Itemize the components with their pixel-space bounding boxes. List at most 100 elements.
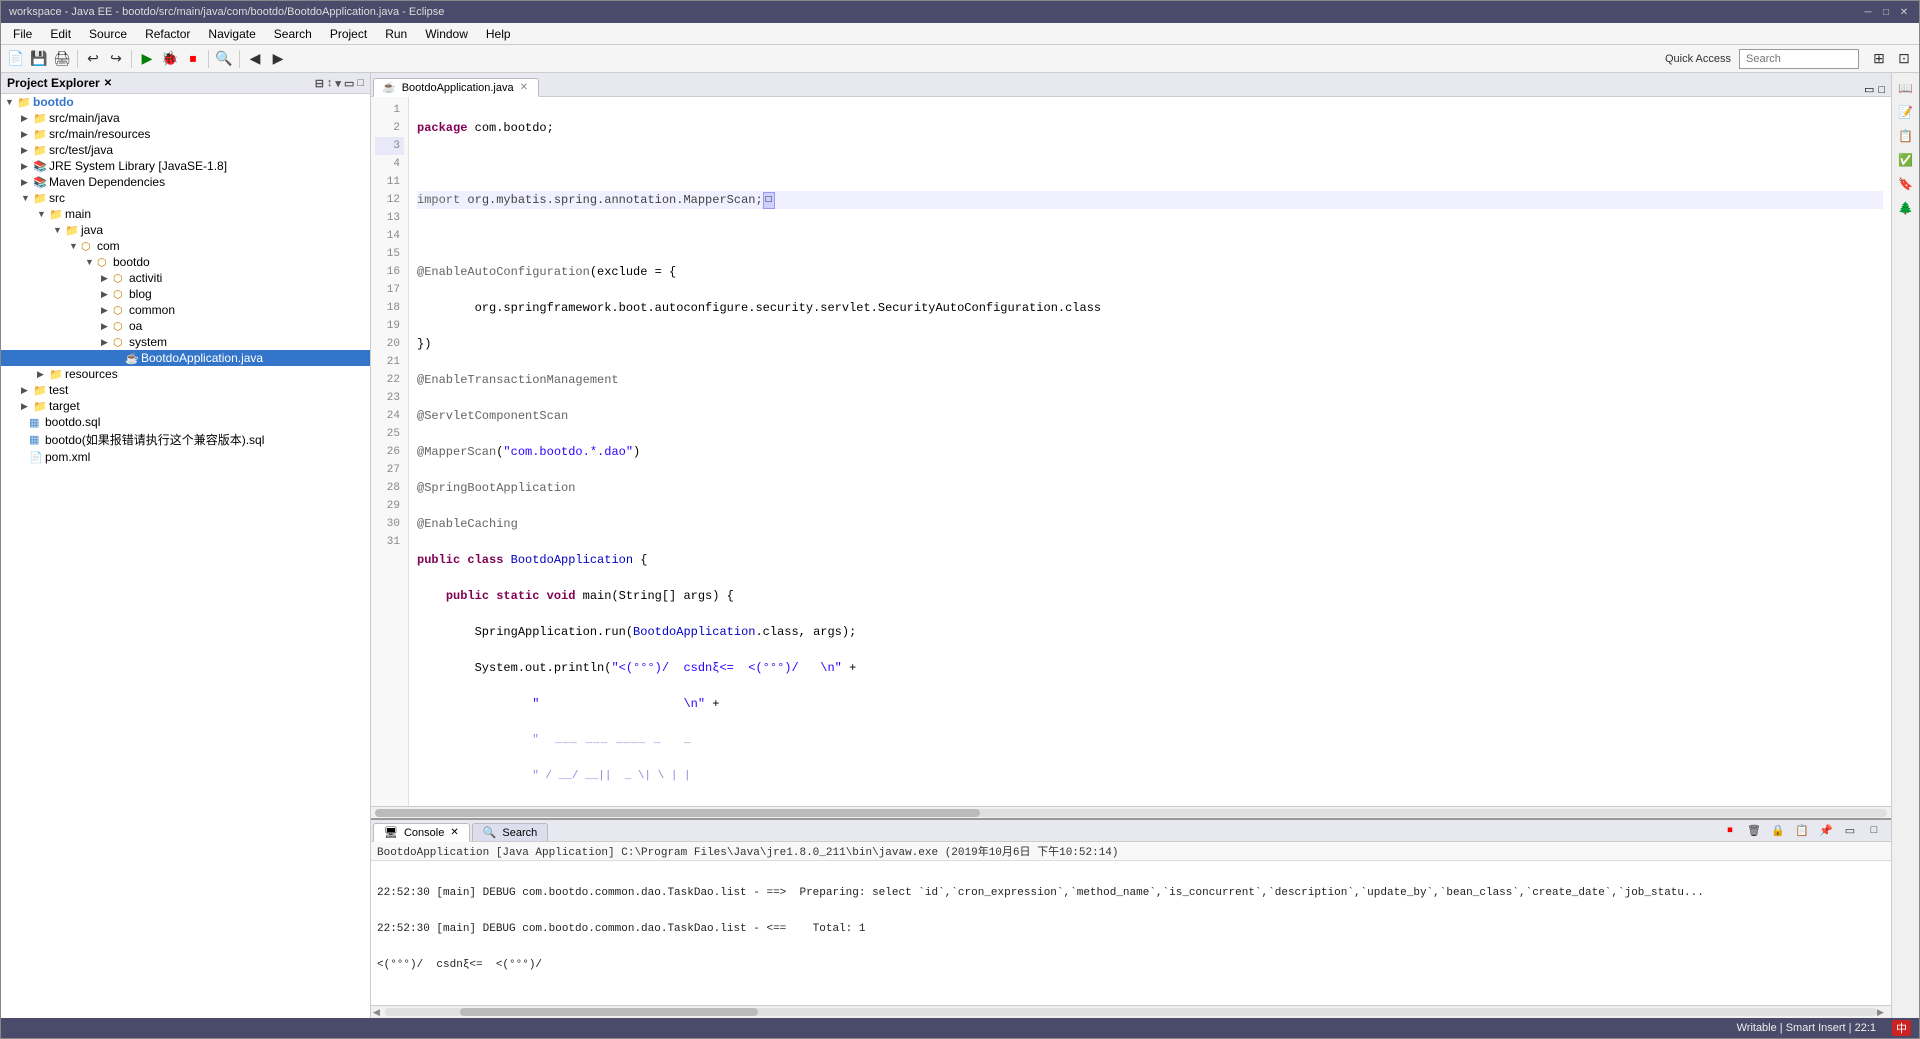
right-type-btn[interactable]: 🌲 xyxy=(1895,197,1917,219)
close-button[interactable]: ✕ xyxy=(1897,5,1911,19)
scroll-left-btn[interactable]: ◀ xyxy=(373,1007,385,1018)
maximize-editor-icon[interactable]: □ xyxy=(1878,84,1885,96)
title-text: workspace - Java EE - bootdo/src/main/ja… xyxy=(9,6,444,18)
quick-access-input[interactable] xyxy=(1739,49,1859,69)
menu-source[interactable]: Source xyxy=(81,25,135,43)
next-button[interactable]: ▶ xyxy=(267,48,289,70)
console-log-line-3: <(°°°)/ csdnξ<= <(°°°)/ xyxy=(377,959,1885,971)
tree-item-system[interactable]: ▶ ⬡ system xyxy=(1,334,370,350)
right-task-btn[interactable]: ✅ xyxy=(1895,149,1917,171)
tab-close-icon[interactable]: ✕ xyxy=(520,82,528,93)
minimize-button[interactable]: ─ xyxy=(1861,5,1875,19)
code-content[interactable]: package com.bootdo; import org.mybatis.s… xyxy=(409,97,1891,806)
tree-item-test[interactable]: ▶ 📁 test xyxy=(1,382,370,398)
editor-hscroll[interactable] xyxy=(371,806,1891,818)
tree-item-main[interactable]: ▼ 📁 main xyxy=(1,206,370,222)
sql-file-icon: ▦ xyxy=(29,416,45,429)
pe-collapse-icon[interactable]: ⊟ xyxy=(315,77,324,90)
right-panel: 📖 📝 📋 ✅ 🔖 🌲 xyxy=(1891,73,1919,1018)
arrow-icon: ▼ xyxy=(69,241,81,251)
tree-item-pom-xml[interactable]: 📄 pom.xml xyxy=(1,449,370,465)
tree-item-maven-deps[interactable]: ▶ 📚 Maven Dependencies xyxy=(1,174,370,190)
menu-navigate[interactable]: Navigate xyxy=(200,25,263,43)
menu-run[interactable]: Run xyxy=(377,25,415,43)
debug-button[interactable]: 🐞 xyxy=(159,48,181,70)
search-btn[interactable]: 🔍 xyxy=(213,48,235,70)
editor-tab-bootdo-app[interactable]: ☕ BootdoApplication.java ✕ xyxy=(373,78,539,97)
tree-item-bootdo-sql[interactable]: ▦ bootdo.sql xyxy=(1,414,370,430)
search-tab[interactable]: 🔍 Search xyxy=(472,823,549,841)
tree-item-src-test-java[interactable]: ▶ 📁 src/test/java xyxy=(1,142,370,158)
tree-item-bootdo-app[interactable]: ☕ BootdoApplication.java xyxy=(1,350,370,366)
tree-item-bootdo-compat-sql[interactable]: ▦ bootdo(如果报错请执行这个兼容版本).sql xyxy=(1,430,370,449)
redo-button[interactable]: ↪ xyxy=(105,48,127,70)
pe-close-icon[interactable]: ✕ xyxy=(104,78,112,89)
right-outline-btn[interactable]: 📋 xyxy=(1895,125,1917,147)
tree-label: oa xyxy=(129,319,142,333)
tree-item-src[interactable]: ▼ 📁 src xyxy=(1,190,370,206)
print-button[interactable]: 🖨 xyxy=(51,48,73,70)
tree-item-src-main-java[interactable]: ▶ 📁 src/main/java xyxy=(1,110,370,126)
scroll-right-btn[interactable]: ▶ xyxy=(1877,1007,1889,1018)
pe-sync-icon[interactable]: ↕ xyxy=(327,77,333,90)
right-decl-btn[interactable]: 📝 xyxy=(1895,101,1917,123)
status-cursor: Writable | Smart Insert | 22:1 xyxy=(1737,1022,1876,1034)
console-content[interactable]: 22:52:30 [main] DEBUG com.bootdo.common.… xyxy=(371,861,1891,1005)
tree-item-oa[interactable]: ▶ ⬡ oa xyxy=(1,318,370,334)
tree-item-java[interactable]: ▼ 📁 java xyxy=(1,222,370,238)
right-javadoc-btn[interactable]: 📖 xyxy=(1895,77,1917,99)
stop-button[interactable]: ⏹ xyxy=(182,48,204,70)
tree-label: resources xyxy=(65,367,118,381)
tree-item-jre[interactable]: ▶ 📚 JRE System Library [JavaSE-1.8] xyxy=(1,158,370,174)
console-tab[interactable]: 🖥 Console ✕ xyxy=(373,823,470,842)
code-line-17: @SpringBootApplication xyxy=(417,479,1883,497)
console-hscroll[interactable]: ◀ ▶ xyxy=(371,1005,1891,1018)
pe-max-icon[interactable]: □ xyxy=(357,77,364,90)
code-editor[interactable]: 1 2 3 4 11 12 13 14 15 16 17 18 xyxy=(371,97,1891,806)
right-bookmark-btn[interactable]: 🔖 xyxy=(1895,173,1917,195)
menu-refactor[interactable]: Refactor xyxy=(137,25,198,43)
tree-item-bootdo-pkg[interactable]: ▼ ⬡ bootdo xyxy=(1,254,370,270)
tree-item-common[interactable]: ▶ ⬡ common xyxy=(1,302,370,318)
menu-window[interactable]: Window xyxy=(417,25,476,43)
maximize-button[interactable]: □ xyxy=(1879,5,1893,19)
tree-item-resources[interactable]: ▶ 📁 resources xyxy=(1,366,370,382)
console-min-btn[interactable]: ▭ xyxy=(1839,819,1861,841)
console-clear-btn[interactable]: 🗑 xyxy=(1743,819,1765,841)
tree-item-com[interactable]: ▼ ⬡ com xyxy=(1,238,370,254)
tree-item-activiti[interactable]: ▶ ⬡ activiti xyxy=(1,270,370,286)
new-button[interactable]: 📄 xyxy=(5,48,27,70)
minimize-editor-icon[interactable]: ▭ xyxy=(1864,83,1874,96)
console-log-line-1: 22:52:30 [main] DEBUG com.bootdo.common.… xyxy=(377,887,1885,899)
tree-item-bootdo[interactable]: ▼ 📁 bootdo xyxy=(1,94,370,110)
run-button[interactable]: ▶ xyxy=(136,48,158,70)
pe-min-icon[interactable]: ▭ xyxy=(344,77,354,90)
tree-label: pom.xml xyxy=(45,450,90,464)
tree-item-blog[interactable]: ▶ ⬡ blog xyxy=(1,286,370,302)
menu-search[interactable]: Search xyxy=(266,25,320,43)
menu-file[interactable]: File xyxy=(5,25,40,43)
code-line-2 xyxy=(417,155,1883,173)
open-perspective-btn[interactable]: ⊡ xyxy=(1893,48,1915,70)
console-max-btn[interactable]: □ xyxy=(1863,819,1885,841)
search-tab-label: Search xyxy=(502,827,537,839)
console-scroll-lock-btn[interactable]: 🔒 xyxy=(1767,819,1789,841)
console-pin-btn[interactable]: 📌 xyxy=(1815,819,1837,841)
pe-menu-icon[interactable]: ▾ xyxy=(335,77,341,90)
undo-button[interactable]: ↩ xyxy=(82,48,104,70)
menu-edit[interactable]: Edit xyxy=(42,25,79,43)
console-tab-close-icon[interactable]: ✕ xyxy=(450,827,458,838)
arrow-icon: ▶ xyxy=(37,369,49,380)
arrow-icon: ▶ xyxy=(101,273,113,284)
prev-button[interactable]: ◀ xyxy=(244,48,266,70)
menu-help[interactable]: Help xyxy=(478,25,519,43)
tree-item-src-main-res[interactable]: ▶ 📁 src/main/resources xyxy=(1,126,370,142)
console-copy-btn[interactable]: 📋 xyxy=(1791,819,1813,841)
save-button[interactable]: 💾 xyxy=(28,48,50,70)
tree-item-target[interactable]: ▶ 📁 target xyxy=(1,398,370,414)
menu-project[interactable]: Project xyxy=(322,25,375,43)
tree-label: activiti xyxy=(129,271,162,285)
console-stop-btn[interactable]: ⏹ xyxy=(1719,819,1741,841)
tree-label: BootdoApplication.java xyxy=(141,351,263,365)
perspective-btn[interactable]: ⊞ xyxy=(1868,48,1890,70)
